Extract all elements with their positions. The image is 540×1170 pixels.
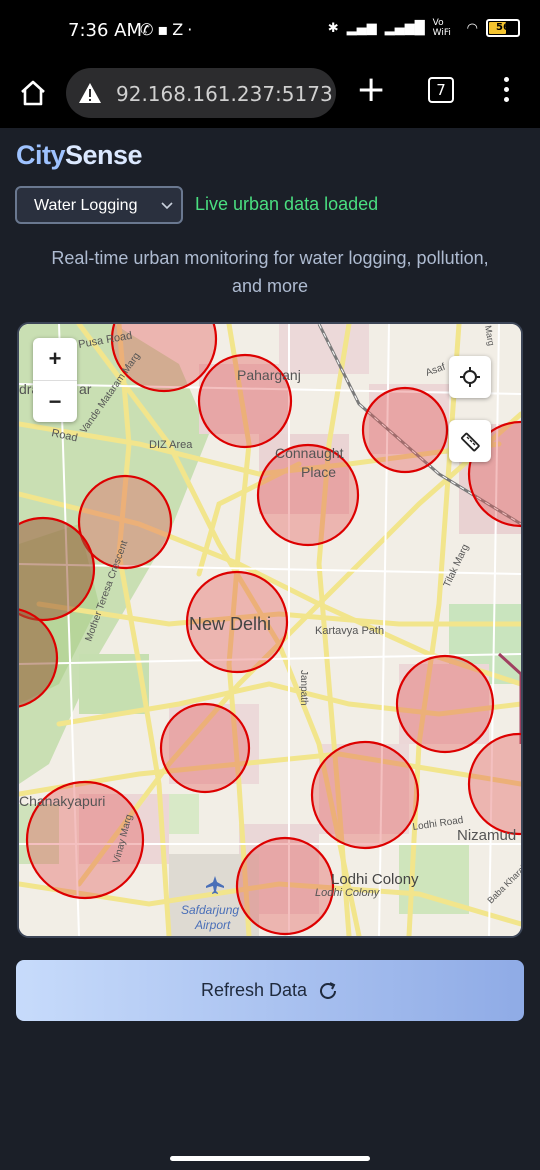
vowifi-label: Vo WiFi xyxy=(432,18,451,38)
refresh-button-label: Refresh Data xyxy=(200,980,308,1000)
map-label-airport: Airport xyxy=(194,918,231,932)
address-bar[interactable]: 92.168.161.237:5173 xyxy=(66,68,336,118)
map-label-nizamuddin: Nizamud xyxy=(457,827,516,844)
map-label-place: Place xyxy=(301,464,336,480)
battery-icon: 56 xyxy=(486,19,520,37)
map-label-connaught: Connaught xyxy=(275,445,344,461)
app-title: CitySense xyxy=(16,140,143,171)
layer-select-value: Water Logging xyxy=(34,197,138,214)
map-label-new-delhi: New Delhi xyxy=(189,614,271,634)
notification-icon: ▪ xyxy=(157,20,173,39)
app-title-sense: Sense xyxy=(65,140,143,170)
subtitle: Real-time urban monitoring for water log… xyxy=(51,248,489,296)
status-message: Live urban data loaded xyxy=(195,194,379,214)
map-label-lodhi-colony-small: Lodhi Colony xyxy=(315,887,381,899)
status-bar: 7:36 AM ✆▪Z· ✱ ▂▄▆ ▂▄▆█ Vo WiFi ◠ 56 xyxy=(0,0,540,60)
zoom-in-button[interactable]: + xyxy=(33,338,77,381)
url-text: 92.168.161.237:5173 xyxy=(116,82,333,106)
map-label-diz-area: DIZ Area xyxy=(149,439,193,451)
map-label-janpath: Janpath xyxy=(298,670,309,706)
refresh-button[interactable]: Refresh Data xyxy=(16,960,524,1021)
map-label-kartavya-path: Kartavya Path xyxy=(315,625,384,637)
measure-button[interactable] xyxy=(449,420,491,462)
zoom-out-button[interactable]: − xyxy=(33,381,77,423)
zoom-control: + − xyxy=(33,338,77,422)
signal-icon-2: ▂▄▆█ xyxy=(384,20,425,36)
map-label-ar: ar xyxy=(79,381,92,397)
waterlogging-circle xyxy=(361,386,449,474)
app-title-city: City xyxy=(16,140,66,170)
home-button[interactable] xyxy=(18,78,48,108)
waterlogging-circle xyxy=(395,654,495,754)
bluetooth-icon: ✱ xyxy=(327,20,339,36)
browser-toolbar: 92.168.161.237:5173 + 7 xyxy=(0,60,540,128)
warning-icon xyxy=(79,83,101,103)
tab-switcher-button[interactable]: 7 xyxy=(428,77,454,103)
crosshair-icon xyxy=(460,367,480,387)
map-label-paharganj: Paharganj xyxy=(237,367,301,383)
waterlogging-circle xyxy=(159,702,251,794)
waterlogging-circle xyxy=(310,740,420,850)
menu-dot-icon xyxy=(503,77,509,82)
menu-button[interactable] xyxy=(498,74,514,114)
signal-icon: ▂▄▆ xyxy=(346,20,377,36)
map-label-chanakyapuri: Chanakyapuri xyxy=(19,793,105,809)
map[interactable]: Pusa Road Paharganj Connaught Place DIZ … xyxy=(17,322,523,938)
map-canvas: Pusa Road Paharganj Connaught Place DIZ … xyxy=(19,324,521,936)
wifi-icon: ◠ xyxy=(466,20,478,36)
whatsapp-icon: ✆ xyxy=(140,20,158,39)
map-label-lodhi-colony: Lodhi Colony xyxy=(331,871,419,888)
new-tab-button[interactable]: + xyxy=(356,72,386,108)
status-right-icons: ✱ ▂▄▆ ▂▄▆█ Vo WiFi ◠ 56 xyxy=(328,18,520,38)
waterlogging-circle xyxy=(235,836,335,936)
ruler-icon xyxy=(461,432,480,452)
z-icon: Z xyxy=(172,20,188,39)
chevron-down-icon xyxy=(161,202,173,210)
status-notification-icons: ✆▪Z· xyxy=(140,20,196,39)
gesture-bar xyxy=(170,1156,370,1161)
layer-select[interactable]: Water Logging xyxy=(15,186,183,224)
refresh-icon xyxy=(320,981,337,999)
locate-button[interactable] xyxy=(449,356,491,398)
status-time: 7:36 AM xyxy=(68,20,142,41)
dot-icon: · xyxy=(187,20,197,39)
battery-level: 56 xyxy=(496,22,510,33)
map-label-safdarjung: Safdarjung xyxy=(181,903,239,917)
home-icon xyxy=(21,80,45,106)
